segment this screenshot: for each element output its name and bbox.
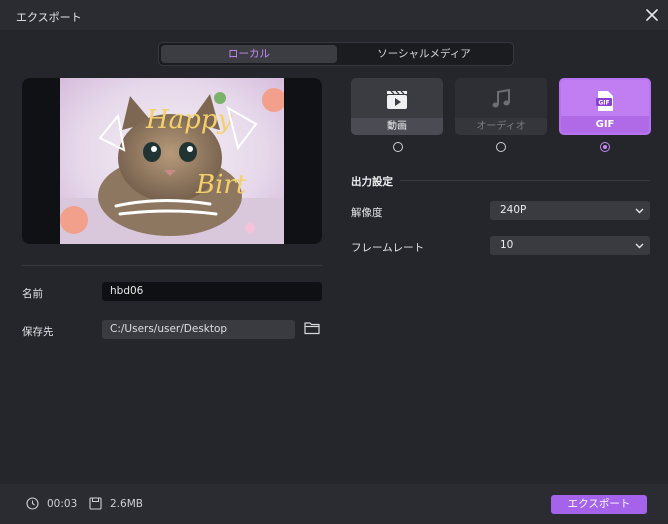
video-icon bbox=[387, 90, 407, 109]
title-bar: エクスポート bbox=[0, 0, 668, 30]
save-disk-icon bbox=[89, 497, 102, 510]
save-path-input[interactable]: C:/Users/user/Desktop bbox=[102, 320, 295, 339]
framerate-label: フレームレート bbox=[351, 242, 425, 254]
framerate-value: 10 bbox=[500, 239, 514, 251]
format-video-label: 動画 bbox=[351, 118, 443, 135]
format-audio-label: オーディオ bbox=[455, 118, 547, 135]
export-button[interactable]: エクスポート bbox=[551, 495, 647, 514]
file-size-text: 2.6MB bbox=[110, 498, 143, 510]
video-preview: Happy Birt bbox=[22, 78, 322, 244]
close-icon[interactable] bbox=[642, 5, 662, 25]
footer-bar: 00:03 2.6MB エクスポート bbox=[0, 484, 668, 524]
output-settings-title: 出力設定 bbox=[351, 176, 393, 188]
format-audio-card[interactable]: オーディオ bbox=[455, 78, 547, 135]
format-gif-card[interactable]: GIF GIF bbox=[559, 78, 651, 135]
format-video-card[interactable]: 動画 bbox=[351, 78, 443, 135]
svg-text:Birt: Birt bbox=[195, 170, 247, 200]
radio-video[interactable] bbox=[393, 142, 403, 152]
music-note-icon bbox=[492, 88, 510, 108]
resolution-label: 解像度 bbox=[351, 207, 383, 219]
format-gif-label: GIF bbox=[561, 116, 649, 133]
framerate-select[interactable]: 10 bbox=[490, 236, 650, 255]
tab-local[interactable]: ローカル bbox=[161, 45, 337, 63]
radio-gif[interactable] bbox=[600, 142, 610, 152]
tab-social-media[interactable]: ソーシャルメディア bbox=[336, 45, 512, 63]
folder-icon[interactable] bbox=[304, 321, 320, 335]
radio-audio[interactable] bbox=[496, 142, 506, 152]
clock-icon bbox=[26, 497, 39, 510]
resolution-value: 240P bbox=[500, 204, 527, 216]
save-path-label: 保存先 bbox=[22, 326, 54, 338]
left-divider bbox=[22, 265, 322, 266]
name-label: 名前 bbox=[22, 288, 43, 300]
output-settings-divider bbox=[400, 180, 650, 181]
preview-thumbnail: Happy Birt bbox=[60, 78, 284, 244]
duration-text: 00:03 bbox=[47, 498, 78, 510]
window-title: エクスポート bbox=[16, 11, 82, 24]
gif-file-icon: GIF bbox=[596, 91, 613, 111]
destination-tabs: ローカル ソーシャルメディア bbox=[158, 42, 514, 66]
svg-text:GIF: GIF bbox=[598, 100, 609, 107]
svg-text:Happy: Happy bbox=[145, 105, 232, 135]
chevron-down-icon bbox=[635, 243, 644, 249]
resolution-select[interactable]: 240P bbox=[490, 201, 650, 220]
name-input[interactable]: hbd06 bbox=[102, 282, 322, 301]
chevron-down-icon bbox=[635, 208, 644, 214]
